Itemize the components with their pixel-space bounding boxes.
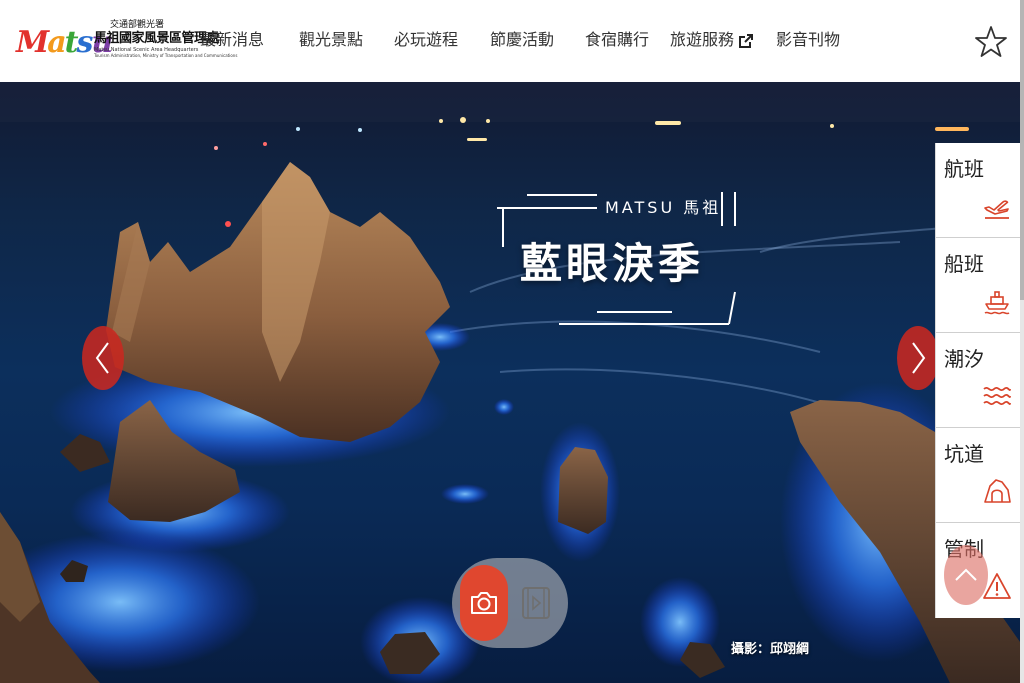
photo-credit: 攝影：邱翊綱	[731, 642, 810, 657]
chevron-up-icon	[955, 568, 977, 581]
site-header: Matsu 交通部觀光署 馬祖國家風景區管理處 Matsu National S…	[0, 0, 1024, 82]
site-logo[interactable]: Matsu 交通部觀光署 馬祖國家風景區管理處 Matsu National S…	[16, 20, 238, 66]
quick-item-ferries[interactable]: 船班	[936, 238, 1021, 333]
chevron-right-icon	[912, 342, 926, 374]
video-mode-button[interactable]	[516, 576, 556, 630]
tunnel-icon	[984, 479, 1011, 503]
photo-mode-button[interactable]	[460, 565, 508, 641]
banner-subtitle: MATSU 馬祖	[605, 198, 722, 217]
nav-item-news[interactable]: 最新消息	[200, 28, 264, 52]
quick-item-tunnels[interactable]: 坑道	[936, 428, 1021, 523]
quick-item-label: 坑道	[944, 442, 984, 466]
chevron-left-icon	[95, 342, 109, 374]
scrollbar-thumb[interactable]	[1020, 0, 1024, 300]
nav-item-media[interactable]: 影音刊物	[776, 28, 840, 52]
hero-carousel: MATSU 馬祖 藍眼淚季 攝影：邱翊綱	[0, 82, 1020, 683]
page-scrollbar[interactable]	[1020, 0, 1024, 683]
waves-icon	[983, 386, 1011, 406]
film-play-icon	[522, 587, 550, 619]
carousel-prev-button[interactable]	[82, 326, 124, 390]
nav-item-travel-services-label: 旅遊服務	[670, 30, 735, 49]
camera-icon	[471, 592, 497, 614]
quick-item-label: 船班	[944, 252, 984, 276]
banner-title: 藍眼淚季	[520, 239, 705, 288]
ship-icon	[984, 291, 1010, 315]
nav-item-food-lodging[interactable]: 食宿購行	[585, 28, 649, 52]
nav-item-festivals[interactable]: 節慶活動	[490, 28, 554, 52]
back-to-top-button[interactable]	[944, 545, 988, 605]
quick-item-flights[interactable]: 航班	[936, 143, 1021, 238]
quick-info-panel: 航班 船班 潮汐 坑道 管制	[935, 143, 1021, 618]
quick-item-tides[interactable]: 潮汐	[936, 333, 1021, 428]
carousel-next-button[interactable]	[897, 326, 939, 390]
logo-english-agency: Tourism Administration, Ministry of Tran…	[94, 53, 238, 58]
external-link-icon	[739, 33, 754, 48]
star-outline-icon[interactable]	[975, 24, 1007, 60]
nav-item-attractions[interactable]: 觀光景點	[299, 28, 363, 52]
media-toggle	[452, 558, 568, 648]
quick-item-label: 航班	[944, 157, 984, 181]
quick-item-label: 潮汐	[944, 347, 984, 371]
nav-item-itineraries[interactable]: 必玩遊程	[394, 28, 458, 52]
nav-item-travel-services[interactable]: 旅遊服務	[670, 28, 754, 52]
airplane-icon	[984, 200, 1009, 219]
